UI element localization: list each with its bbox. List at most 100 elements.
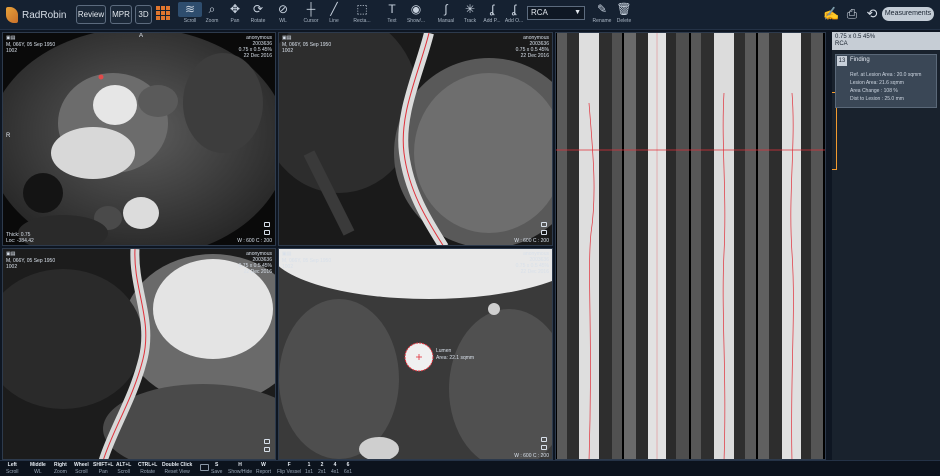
lumen-area-label: Area: 22.1 sqmm xyxy=(436,355,475,361)
axial-ct-image xyxy=(3,33,275,245)
longitudinal-icon-strip: ▣▤ xyxy=(6,251,16,257)
logo-mark-icon xyxy=(6,7,18,23)
app-name: RadRobin xyxy=(22,9,67,21)
shortcut-left: Left Scroll xyxy=(6,462,19,475)
tool-show-hide[interactable]: ◉ Show/... xyxy=(404,2,428,29)
axial-orient-top: A xyxy=(139,33,144,39)
shortcut-2: 2 2x1 xyxy=(318,462,327,475)
viewport-curved-mpr[interactable]: ▣▤ M, 066Y, 05 Sep 1950 1002 anonymous 2… xyxy=(278,32,553,246)
curved-wl: W : 600 C : 200 xyxy=(514,238,549,244)
tool-wl[interactable]: ⊘ WL xyxy=(271,2,295,29)
viewport-cross-section[interactable]: ▣▤ M, 066Y, 05 Sep 1950 1002 anonymous 2… xyxy=(278,248,553,460)
tool-track[interactable]: ✳ Track xyxy=(458,2,482,29)
refresh-icon[interactable]: ⟲ xyxy=(864,6,880,22)
track-icon: ✳ xyxy=(464,2,476,16)
axial-icon-strip: ▣▤ xyxy=(6,35,16,41)
tool-scroll[interactable]: ≋ Scroll xyxy=(178,2,202,29)
cross-print-icon[interactable] xyxy=(541,437,547,442)
cross-camera-icon[interactable] xyxy=(541,445,547,450)
shortcut-middle: Middle WL xyxy=(30,462,46,475)
tool-text[interactable]: T Text xyxy=(380,2,404,29)
vessel-select[interactable]: RCA ▼ xyxy=(527,6,585,20)
shortcut-statusbar: Left Scroll Middle WL Right Zoom Wheel Scrol… xyxy=(0,460,940,476)
review-button[interactable]: Review xyxy=(76,5,106,24)
tool-cursor[interactable]: ┼ Cursor xyxy=(299,2,323,29)
finding-title: Finding xyxy=(850,57,870,63)
shortcut-shift-l: SHIFT+L Pan xyxy=(93,462,114,475)
shortcut-alt-l: ALT+L Scroll xyxy=(116,462,132,475)
pencil-icon: ✎ xyxy=(596,2,608,16)
cross-date: 22 Dec 2016 xyxy=(520,269,549,275)
tool-line[interactable]: ╱ Line xyxy=(322,2,346,29)
longitudinal-ct-image xyxy=(3,249,275,459)
axial-camera-icon[interactable] xyxy=(264,230,270,235)
lumen-label: Lumen xyxy=(436,348,452,354)
finding-item[interactable]: 13 Finding Ref. at Lesion Area : 20.0 sq… xyxy=(835,54,937,108)
delete-button[interactable]: 🗑 Delete xyxy=(612,2,636,29)
cross-section-ct-image xyxy=(279,249,552,459)
axial-date: 22 Dec 2016 xyxy=(243,53,272,59)
curved-icon-strip: ▣▤ xyxy=(282,35,292,41)
viewport-longitudinal[interactable]: ▣▤ M, 066Y, 05 Sep 1950 1002 anonymous 2… xyxy=(2,248,276,460)
finding-area-change: Area Change : 108 % xyxy=(850,88,898,94)
axial-loc: Loc: -384.42 xyxy=(6,238,34,244)
chevron-down-icon: ▼ xyxy=(574,9,581,16)
layers-icon: ≋ xyxy=(178,2,202,17)
shortcut-6: 6 6x1 xyxy=(344,462,353,475)
axial-id: 1002 xyxy=(6,48,18,54)
tool-add-point[interactable]: ʆ Add P... xyxy=(480,2,504,29)
cross-wl: W : 600 C : 200 xyxy=(514,453,549,459)
main-toolbar: RadRobin Review MPR 3D ≋ Scroll ⌕ Zoom ✥ Pa… xyxy=(0,0,940,30)
mpr-button[interactable]: MPR xyxy=(110,5,132,24)
tool-rectangle[interactable]: ⬚ Recta... xyxy=(350,2,374,29)
layout-grid-icon[interactable] xyxy=(156,6,170,20)
shortcut-ctrl-l: CTRL+L Rotate xyxy=(138,462,158,475)
tool-zoom[interactable]: ⌕ Zoom xyxy=(200,2,224,29)
shortcut-f: F Flip Vessel xyxy=(277,462,302,475)
longitudinal-print-icon[interactable] xyxy=(264,439,270,444)
tool-pan[interactable]: ✥ Pan xyxy=(223,2,247,29)
axial-print-icon[interactable] xyxy=(264,222,270,227)
pan-icon: ✥ xyxy=(229,2,241,16)
curved-camera-icon[interactable] xyxy=(541,230,547,235)
add-object-icon: ʆ xyxy=(511,2,517,16)
shortcut-h: H Show/Hide xyxy=(228,462,253,475)
3d-button[interactable]: 3D xyxy=(135,5,152,24)
longitudinal-camera-icon[interactable] xyxy=(264,447,270,452)
shortcut-wheel: Wheel Scroll xyxy=(74,462,89,475)
rename-button[interactable]: ✎ Rename xyxy=(590,2,614,29)
shortcut-s: S Save xyxy=(211,462,223,475)
finding-ref-area: Ref. at Lesion Area : 20.0 sqmm xyxy=(850,72,922,78)
trash-icon: 🗑 xyxy=(616,2,632,16)
keyboard-icon xyxy=(200,464,209,471)
measurements-button[interactable]: Measurements xyxy=(882,7,934,21)
zoom-icon: ⌕ xyxy=(208,2,216,16)
tool-add-object[interactable]: ʆ Add O... xyxy=(502,2,526,29)
viewport-axial[interactable]: ▣▤ M, 066Y, 05 Sep 1950 1002 anonymous 2… xyxy=(2,32,276,246)
measurements-panel: 0.75 x 0.5 45% RCA 13 Finding Ref. at Le… xyxy=(832,32,940,460)
cross-id: 1002 xyxy=(282,264,294,270)
shortcut-4: 4 4x1 xyxy=(331,462,340,475)
curved-date: 22 Dec 2016 xyxy=(520,53,549,59)
finding-number: 13 xyxy=(837,56,847,66)
line-icon: ╱ xyxy=(330,2,338,16)
crosshair-icon: ┼ xyxy=(306,2,316,16)
panel-header: 0.75 x 0.5 45% RCA xyxy=(832,32,940,50)
finding-lesion-area: Lesion Area: 21.6 sqmm xyxy=(850,80,904,86)
tool-rotate[interactable]: ⟳ Rotate xyxy=(246,2,270,29)
cross-icon-strip: ▣▤ xyxy=(282,251,292,257)
longitudinal-id: 1002 xyxy=(6,264,18,270)
report-edit-icon[interactable]: ✍ xyxy=(823,6,839,22)
window-level-icon: ⊘ xyxy=(277,2,289,16)
curved-id: 1002 xyxy=(282,48,294,54)
curved-ct-image xyxy=(279,33,552,245)
straightened-vessel-panel[interactable] xyxy=(555,32,826,460)
manual-icon: ∫ xyxy=(444,2,448,16)
rectangle-icon: ⬚ xyxy=(356,2,368,16)
eye-icon: ◉ xyxy=(410,2,422,16)
curved-print-icon[interactable] xyxy=(541,222,547,227)
print-icon[interactable]: ⎙ xyxy=(844,6,860,22)
shortcut-right: Right Zoom xyxy=(54,462,67,475)
tool-manual[interactable]: ∫ Manual xyxy=(434,2,458,29)
shortcut-1: 1 1x1 xyxy=(305,462,314,475)
